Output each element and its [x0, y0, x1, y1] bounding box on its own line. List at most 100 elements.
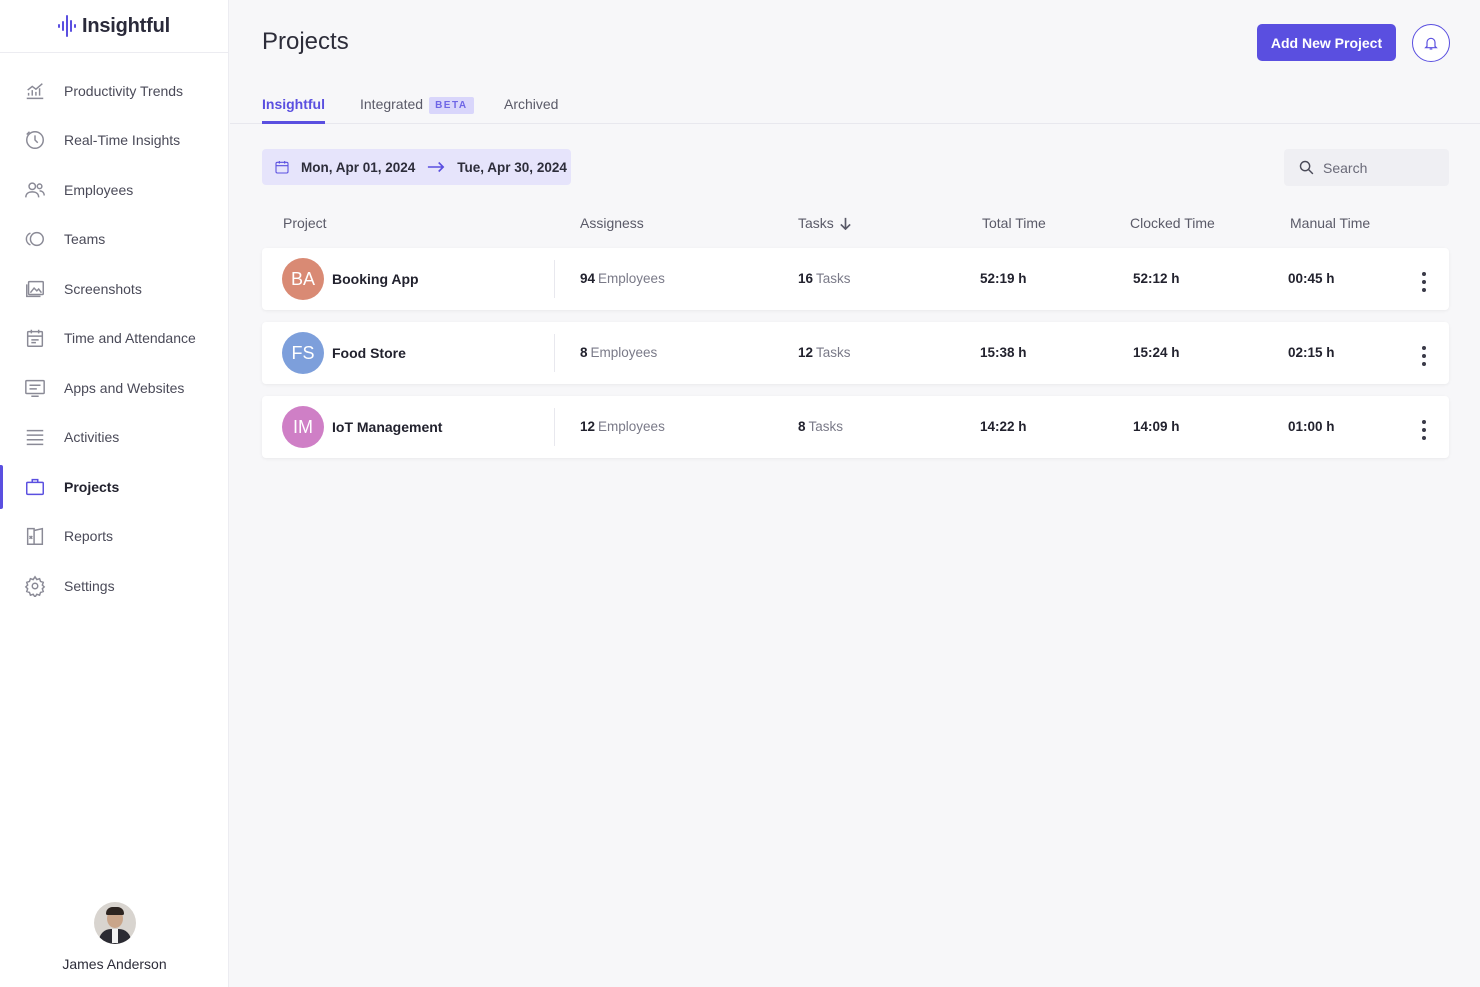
divider [554, 334, 555, 372]
sidebar-item-label: Reports [64, 528, 114, 545]
manual-time-cell: 01:00 h [1288, 419, 1335, 434]
tab-label: Integrated [360, 96, 424, 112]
more-options-icon[interactable] [1417, 272, 1431, 292]
tab-label: Archived [504, 96, 559, 112]
book-icon [23, 524, 47, 548]
image-icon [23, 277, 47, 301]
search-icon [1299, 160, 1314, 175]
user-profile[interactable]: James Anderson [0, 902, 229, 972]
bell-icon [1424, 37, 1438, 50]
sidebar-item-apps-and-websites[interactable]: Apps and Websites [0, 363, 228, 413]
date-to: Tue, Apr 30, 2024 [457, 159, 567, 175]
notifications-button[interactable] [1412, 24, 1450, 62]
sidebar-item-label: Activities [64, 429, 120, 446]
assignees-cell: 8 Employees [580, 345, 658, 360]
sidebar-item-label: Screenshots [64, 280, 142, 297]
monitor-icon [23, 376, 47, 400]
column-header-label: Tasks [798, 215, 834, 231]
sidebar-item-label: Teams [64, 231, 106, 248]
tasks-cell: 8 Tasks [798, 419, 844, 434]
briefcase-icon [23, 475, 47, 499]
calendar-icon [23, 326, 47, 350]
gear-icon [23, 574, 47, 598]
column-header-tasks[interactable]: Tasks [798, 215, 852, 231]
project-name: IoT Management [332, 419, 443, 435]
sidebar-item-projects[interactable]: Projects [0, 462, 228, 512]
sidebar-item-real-time-insights[interactable]: Real-Time Insights [0, 116, 228, 166]
sidebar-item-label: Real-Time Insights [64, 132, 181, 149]
sidebar-item-label: Productivity Trends [64, 82, 184, 99]
user-name: James Anderson [62, 956, 167, 972]
project-avatar: BA [282, 258, 324, 300]
sidebar-nav: Productivity Trends Real-Time Insights E… [0, 66, 228, 611]
tasks-cell: 12 Tasks [798, 345, 851, 360]
divider [554, 408, 555, 446]
sidebar-item-settings[interactable]: Settings [0, 561, 228, 611]
app-logo[interactable]: Insightful [0, 0, 228, 53]
column-header-assignees[interactable]: Assigness [580, 215, 644, 231]
list-icon [23, 425, 47, 449]
divider [554, 260, 555, 298]
app-name: Insightful [82, 14, 170, 37]
sidebar-item-activities[interactable]: Activities [0, 413, 228, 463]
arrow-right-icon [428, 161, 445, 173]
add-new-project-button[interactable]: Add New Project [1257, 24, 1396, 61]
sidebar-item-label: Settings [64, 577, 115, 594]
table-row[interactable]: FS Food Store 8 Employees 12 Tasks 15:38 h… [262, 322, 1449, 384]
table-row[interactable]: BA Booking App 94 Employees 16 Tasks 52:19… [262, 248, 1449, 310]
date-from: Mon, Apr 01, 2024 [301, 159, 416, 175]
clocked-time-cell: 14:09 h [1133, 419, 1180, 434]
calendar-icon [275, 161, 289, 174]
chart-icon [23, 79, 47, 103]
teams-icon [23, 227, 47, 251]
sidebar-item-teams[interactable]: Teams [0, 215, 228, 265]
page-title: Projects [262, 28, 349, 55]
sidebar-item-employees[interactable]: Employees [0, 165, 228, 215]
sidebar-item-label: Apps and Websites [64, 379, 185, 396]
column-header-clocked-time[interactable]: Clocked Time [1130, 215, 1215, 231]
manual-time-cell: 02:15 h [1288, 345, 1335, 360]
project-avatar: FS [282, 332, 324, 374]
users-icon [23, 178, 47, 202]
sidebar-item-label: Employees [64, 181, 134, 198]
sidebar-item-label: Time and Attendance [64, 330, 196, 347]
project-name: Booking App [332, 271, 419, 287]
clocked-time-cell: 15:24 h [1133, 345, 1180, 360]
more-options-icon[interactable] [1417, 420, 1431, 440]
tab-archived[interactable]: Archived [504, 96, 558, 124]
column-header-manual-time[interactable]: Manual Time [1290, 215, 1370, 231]
assignees-cell: 12 Employees [580, 419, 665, 434]
search-box[interactable] [1284, 149, 1449, 186]
logo-icon [58, 13, 76, 39]
total-time-cell: 15:38 h [980, 345, 1027, 360]
sidebar-item-label: Projects [64, 478, 120, 495]
more-options-icon[interactable] [1417, 346, 1431, 366]
sort-down-icon [840, 217, 851, 231]
clock-icon [23, 128, 47, 152]
tab-integrated[interactable]: Integrated BETA [360, 96, 474, 124]
clocked-time-cell: 52:12 h [1133, 271, 1180, 286]
total-time-cell: 52:19 h [980, 271, 1027, 286]
sidebar-item-reports[interactable]: Reports [0, 512, 228, 562]
beta-badge: BETA [429, 97, 474, 114]
sidebar-item-time-and-attendance[interactable]: Time and Attendance [0, 314, 228, 364]
sidebar-item-productivity-trends[interactable]: Productivity Trends [0, 66, 228, 116]
table-row[interactable]: IM IoT Management 12 Employees 8 Tasks 14:… [262, 396, 1449, 458]
assignees-cell: 94 Employees [580, 271, 665, 286]
tasks-cell: 16 Tasks [798, 271, 851, 286]
manual-time-cell: 00:45 h [1288, 271, 1335, 286]
total-time-cell: 14:22 h [980, 419, 1027, 434]
project-avatar: IM [282, 406, 324, 448]
main-content: Projects Add New Project Insightful Inte… [230, 0, 1480, 987]
tab-insightful[interactable]: Insightful [262, 96, 325, 124]
project-name: Food Store [332, 345, 406, 361]
tabs: Insightful Integrated BETA Archived [230, 86, 1480, 124]
date-range-picker[interactable]: Mon, Apr 01, 2024 Tue, Apr 30, 2024 [262, 149, 571, 185]
tab-label: Insightful [262, 96, 325, 112]
sidebar: Insightful Productivity Trends Real-Time… [0, 0, 229, 987]
search-input[interactable] [1323, 159, 1443, 176]
avatar[interactable] [93, 902, 136, 944]
column-header-total-time[interactable]: Total Time [982, 215, 1046, 231]
column-header-project[interactable]: Project [283, 215, 327, 231]
sidebar-item-screenshots[interactable]: Screenshots [0, 264, 228, 314]
